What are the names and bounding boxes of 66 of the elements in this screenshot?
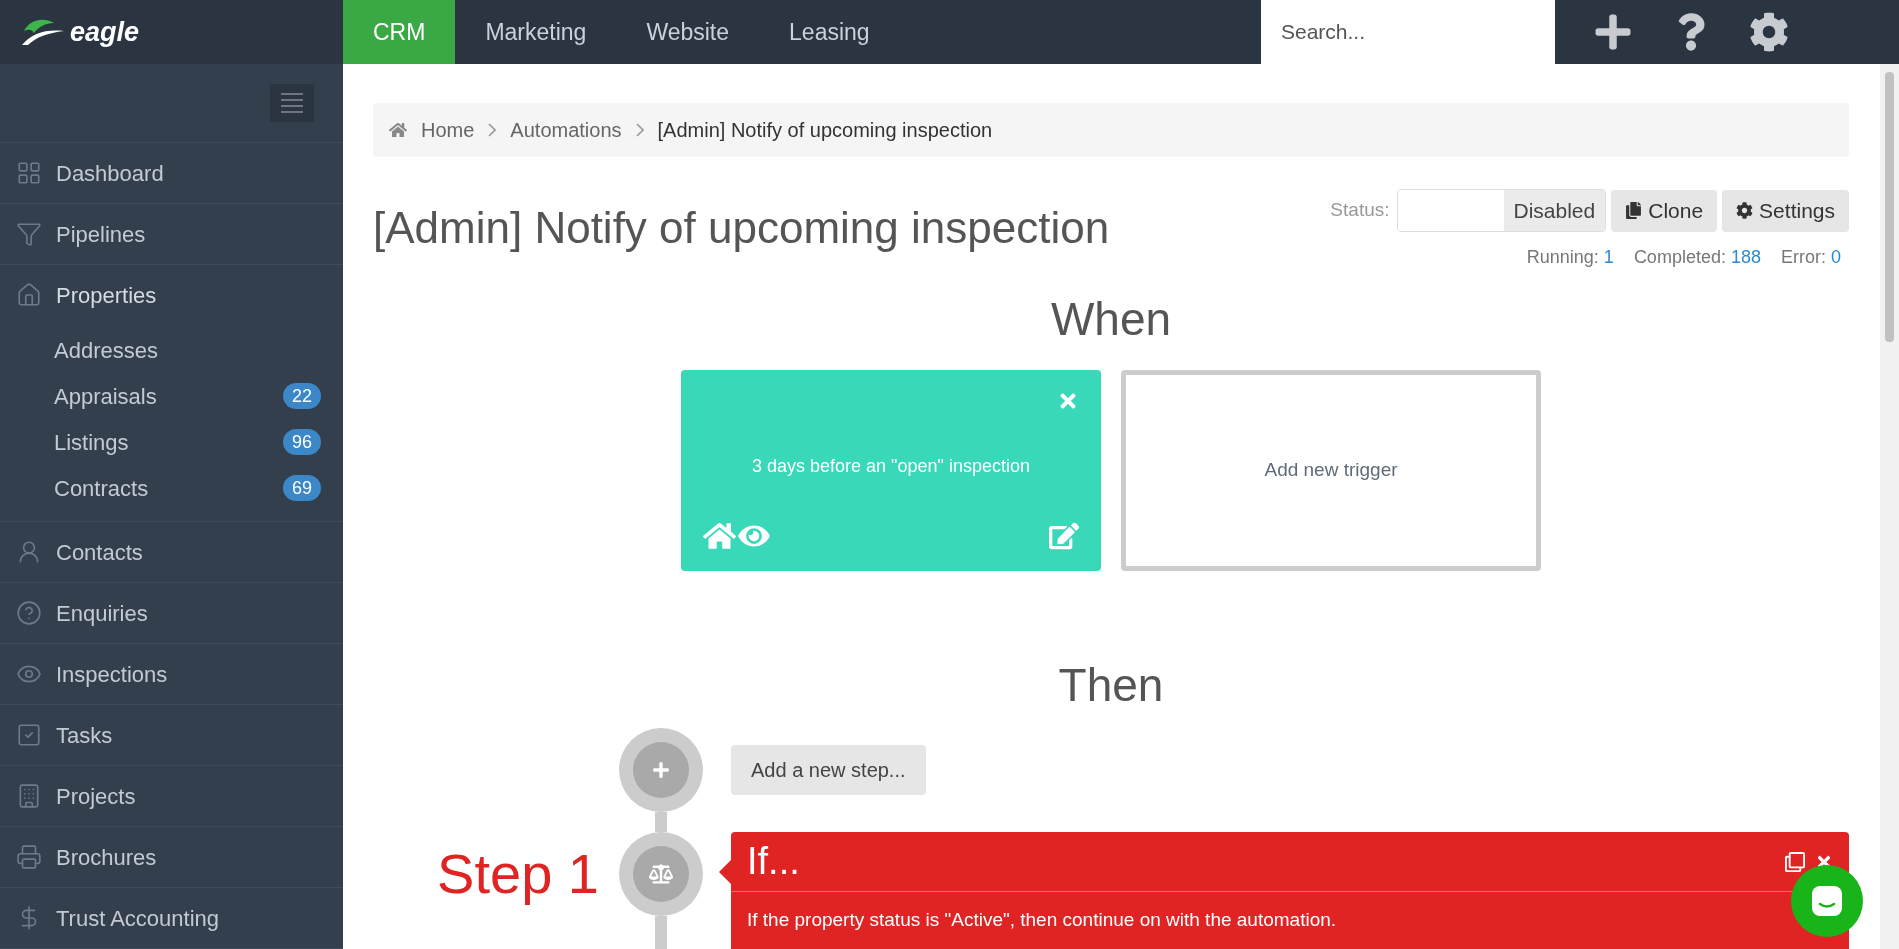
section-heading: Then: [1058, 658, 1164, 713]
nav-tab[interactable]: Marketing: [455, 0, 617, 64]
trigger-text: 3 days before an "open" inspection: [752, 455, 1030, 478]
settings-icon[interactable]: [1749, 12, 1789, 52]
step-label: Step 1: [437, 841, 599, 907]
chevron-icon: [635, 123, 644, 137]
brand-name: eagle: [70, 15, 140, 49]
nav-tab[interactable]: Leasing: [759, 0, 900, 64]
nav-tab[interactable]: Website: [616, 0, 760, 64]
breadcrumb-link[interactable]: Automations: [510, 115, 622, 145]
scales-icon: [649, 862, 673, 886]
plus-icon[interactable]: [1593, 12, 1633, 52]
card-pointer: [719, 860, 731, 884]
sidebar-item[interactable]: Pipelines: [0, 204, 343, 264]
action-button[interactable]: Clone: [1611, 189, 1718, 232]
step-description: If the property status is "Active", then continue on with the automation.: [747, 908, 1338, 932]
sidebar-item[interactable]: Contacts: [0, 522, 343, 582]
plus-icon: [652, 761, 670, 779]
stat-value[interactable]: 0: [1831, 244, 1841, 271]
count-badge: 69: [282, 475, 321, 501]
stat-value[interactable]: 1: [1603, 244, 1614, 271]
checkbox-icon: [16, 722, 42, 748]
question-circle-icon: [16, 600, 42, 626]
home-icon: [389, 121, 407, 139]
status-label: Status:: [1330, 198, 1390, 223]
sidebar-item[interactable]: Projects: [0, 766, 343, 826]
sidebar-item[interactable]: Brochures: [0, 827, 343, 887]
stat-label: Running:: [1526, 246, 1599, 269]
page-title: [Admin] Notify of upcoming inspection: [373, 202, 1110, 254]
house-icon: [16, 282, 42, 308]
stat-label: Completed:: [1633, 246, 1726, 269]
count-badge: 96: [282, 429, 321, 455]
printer-icon: [16, 844, 42, 870]
breadcrumb-link[interactable]: Home: [421, 115, 475, 145]
sidebar-item[interactable]: Properties: [0, 265, 343, 325]
sidebar-item[interactable]: Tasks: [0, 705, 343, 765]
gear-icon: [1736, 202, 1754, 219]
count-badge: 22: [282, 383, 321, 409]
duplicate-icon[interactable]: [1785, 851, 1805, 872]
sidebar-subitem[interactable]: Addresses: [54, 333, 158, 367]
sidebar-item[interactable]: Trust Accounting: [0, 888, 343, 948]
status-toggle[interactable]: Disabled: [1396, 189, 1607, 232]
stat-label: Error:: [1781, 246, 1826, 269]
search-field[interactable]: Search...: [1261, 0, 1555, 64]
menu-button[interactable]: [270, 84, 314, 122]
help-icon[interactable]: [1677, 13, 1705, 51]
sidebar-item[interactable]: Inspections: [0, 644, 343, 704]
sidebar-item[interactable]: Enquiries: [0, 583, 343, 643]
breadcrumb-current: [Admin] Notify of upcoming inspection: [657, 118, 993, 143]
add-step-button[interactable]: Add a new step...: [731, 745, 926, 795]
sidebar-subitem[interactable]: Listings: [54, 425, 129, 459]
add-trigger-card[interactable]: Add new trigger: [1121, 370, 1541, 571]
copy-icon: [1625, 202, 1643, 219]
section-heading: When: [1050, 292, 1172, 347]
funnel-icon: [16, 221, 42, 247]
stat-value[interactable]: 188: [1730, 244, 1761, 271]
house-icon: [703, 521, 736, 551]
sidebar-item[interactable]: Dashboard: [0, 143, 343, 203]
scrollbar[interactable]: [1880, 64, 1899, 949]
sidebar-subitem[interactable]: Appraisals: [54, 379, 157, 413]
sidebar-subitem[interactable]: Contracts: [54, 471, 149, 505]
chat-icon: [1810, 884, 1844, 918]
grid-icon: [16, 160, 42, 186]
step-title: If...: [747, 839, 800, 884]
action-button[interactable]: Settings: [1722, 189, 1849, 232]
chevron-icon: [488, 123, 497, 137]
